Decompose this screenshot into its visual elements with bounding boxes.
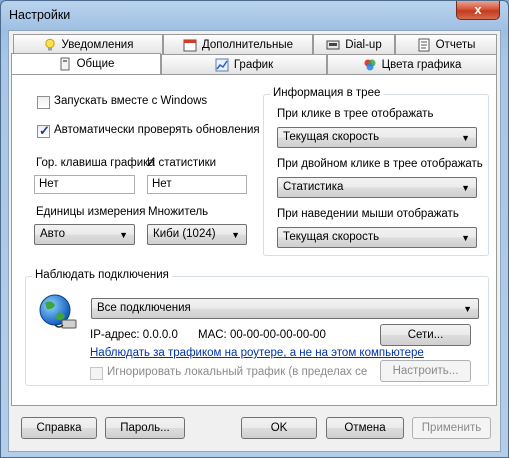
tray-hover-label: При наведении мыши отображать [277, 208, 459, 220]
general-icon [58, 57, 72, 71]
chart-icon [215, 58, 229, 72]
connections-select[interactable]: Все подключения ▼ [91, 298, 479, 319]
tray-click-label: При клике в трее отображать [277, 108, 434, 120]
autoupdate-checkbox[interactable] [37, 123, 50, 139]
palette-icon [363, 58, 377, 72]
connections-title: Наблюдать подключения [32, 269, 172, 281]
tab-label: Цвета графика [381, 58, 462, 71]
units-select[interactable]: Авто ▼ [34, 224, 135, 245]
mac-address-text: MAC: 00-00-00-00-00-00 [198, 329, 326, 341]
tab-label: Dial-up [345, 38, 382, 51]
autostart-label: Запускать вместе с Windows [54, 95, 208, 107]
autostart-checkbox[interactable] [37, 96, 50, 109]
window-title: Настройки [9, 8, 71, 22]
hotkey-graph-input[interactable]: Нет [34, 175, 135, 194]
tab-label: Уведомления [61, 38, 134, 51]
networks-button[interactable]: Сети... [380, 324, 471, 346]
tab-notifications[interactable]: Уведомления [13, 34, 163, 54]
configure-button[interactable]: Настроить... [380, 360, 471, 382]
tab-reports[interactable]: Отчеты [395, 34, 497, 54]
chevron-down-icon: ▼ [461, 183, 470, 193]
tray-info-title: Информация в трее [270, 87, 384, 99]
connections-group: Наблюдать подключения Все подключения ▼ … [25, 269, 489, 386]
tray-dblclick-select[interactable]: Статистика ▼ [277, 177, 477, 198]
help-button[interactable]: Справка [21, 417, 97, 439]
tab-advanced[interactable]: Дополнительные [163, 34, 313, 54]
router-traffic-link[interactable]: Наблюдать за трафиком на роутере, а не н… [90, 347, 424, 359]
tab-graph[interactable]: График [161, 54, 327, 74]
multiplier-select[interactable]: Киби (1024) ▼ [147, 224, 247, 245]
settings-window: Настройки x Уведомления Дополнительные D… [0, 0, 509, 458]
tab-label: График [233, 58, 274, 71]
multiplier-select-value: Киби (1024) [153, 228, 216, 240]
password-button[interactable]: Пароль... [105, 417, 185, 439]
ip-address-text: IP-адрес: 0.0.0.0 [90, 329, 178, 341]
connections-select-value: Все подключения [97, 302, 191, 314]
hotkey-graph-label: Гор. клавиша графика [36, 157, 155, 169]
multiplier-label: Множитель [148, 206, 209, 218]
tray-click-value: Текущая скорость [283, 131, 380, 143]
globe-network-icon [37, 293, 79, 336]
chevron-down-icon: ▼ [231, 230, 240, 240]
dialup-icon [326, 38, 340, 52]
tab-label: Общие [76, 58, 115, 70]
general-tab-panel: Запускать вместе с Windows Автоматически… [11, 74, 497, 406]
title-bar[interactable]: Настройки x [1, 1, 508, 29]
ok-button[interactable]: OK [241, 417, 317, 439]
tab-general[interactable]: Общие [11, 53, 161, 74]
ignore-local-label: Игнорировать локальный трафик (в предела… [107, 366, 367, 378]
chevron-down-icon: ▼ [461, 133, 470, 143]
tab-label: Отчеты [435, 38, 476, 51]
units-label: Единицы измерения [36, 206, 146, 218]
chevron-down-icon: ▼ [461, 233, 470, 243]
report-icon [417, 38, 431, 52]
tray-dblclick-label: При двойном клике в трее отображать [277, 158, 483, 170]
tray-info-group: Информация в трее При клике в трее отобр… [263, 87, 489, 256]
tray-dblclick-value: Статистика [283, 181, 344, 193]
close-button[interactable]: x [456, 1, 500, 20]
chevron-down-icon: ▼ [463, 304, 472, 314]
cancel-button[interactable]: Отмена [326, 417, 404, 439]
tab-graph-colors[interactable]: Цвета графика [327, 54, 497, 74]
tray-hover-value: Текущая скорость [283, 231, 380, 243]
tab-label: Дополнительные [201, 38, 294, 51]
tab-dialup[interactable]: Dial-up [313, 34, 395, 54]
hotkey-stats-label: И статистики [147, 157, 217, 169]
units-select-value: Авто [40, 228, 66, 240]
calendar-icon [183, 38, 197, 52]
autoupdate-label: Автоматически проверять обновления [54, 124, 260, 136]
ignore-local-checkbox[interactable] [90, 367, 103, 380]
hotkey-stats-input[interactable]: Нет [147, 175, 247, 194]
chevron-down-icon: ▼ [119, 230, 128, 240]
tray-click-select[interactable]: Текущая скорость ▼ [277, 127, 477, 148]
tray-hover-select[interactable]: Текущая скорость ▼ [277, 227, 477, 248]
dialog-client-area: Уведомления Дополнительные Dial-up Отчет… [8, 30, 501, 452]
lightbulb-icon [43, 38, 57, 52]
apply-button[interactable]: Применить [412, 417, 491, 439]
